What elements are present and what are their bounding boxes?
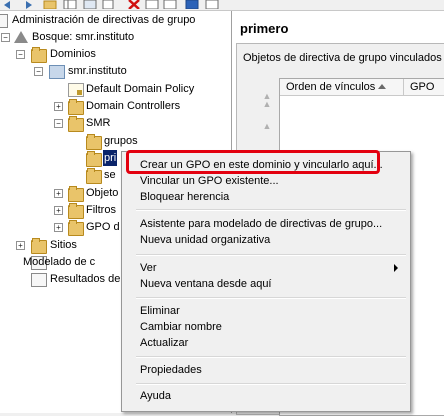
tree-label-segundo: se bbox=[104, 169, 116, 181]
collapse-icon[interactable]: − bbox=[16, 50, 25, 59]
menu-item-link-existing-gpo[interactable]: Vincular un GPO existente... bbox=[124, 173, 406, 189]
tree-label-domain: smr.instituto bbox=[68, 65, 127, 77]
menu-separator bbox=[136, 254, 406, 256]
ou-folder-icon bbox=[68, 116, 84, 132]
forest-icon bbox=[14, 31, 28, 43]
folder-icon bbox=[68, 220, 84, 236]
sites-icon bbox=[31, 238, 47, 254]
export-list-icon[interactable] bbox=[162, 0, 178, 10]
ou-folder-icon bbox=[86, 168, 102, 184]
menu-item-new-ou[interactable]: Nueva unidad organizativa bbox=[124, 232, 406, 248]
back-icon[interactable] bbox=[2, 0, 18, 9]
forward-icon[interactable] bbox=[18, 0, 34, 9]
menu-item-properties[interactable]: Propiedades bbox=[124, 362, 406, 378]
menu-item-help[interactable]: Ayuda bbox=[124, 388, 406, 404]
up-folder-icon[interactable] bbox=[42, 0, 58, 10]
details-title: primero bbox=[240, 21, 289, 36]
tree-label-default-policy: Default Domain Policy bbox=[86, 83, 195, 95]
show-hide-tree-icon[interactable] bbox=[62, 0, 78, 10]
gpmc-icon bbox=[0, 14, 8, 28]
tree-label-filtros: Filtros bbox=[86, 204, 116, 216]
menu-label: Ayuda bbox=[140, 390, 171, 402]
tree-label-forest: Bosque: smr.instituto bbox=[32, 31, 135, 43]
column-header-gpo[interactable]: GPO bbox=[404, 79, 444, 96]
collapse-icon[interactable]: − bbox=[1, 33, 10, 42]
move-top-icon-bar: ▲ bbox=[262, 99, 272, 109]
menu-separator bbox=[136, 356, 406, 358]
expand-icon[interactable]: + bbox=[54, 206, 63, 215]
menu-label: Eliminar bbox=[140, 305, 180, 317]
refresh-icon[interactable] bbox=[144, 0, 160, 10]
results-icon bbox=[31, 273, 47, 287]
menu-item-refresh[interactable]: Actualizar bbox=[124, 335, 406, 351]
expand-icon[interactable]: + bbox=[54, 223, 63, 232]
menu-label: Asistente para modelado de directivas de… bbox=[140, 218, 383, 230]
tree-label-modelado: Modelado de c bbox=[23, 256, 96, 268]
menu-separator bbox=[136, 297, 406, 299]
collapse-icon[interactable]: − bbox=[54, 119, 63, 128]
collapse-icon[interactable]: − bbox=[34, 67, 43, 76]
move-up-icon[interactable]: ▲ bbox=[261, 122, 273, 131]
folder-icon bbox=[31, 47, 47, 63]
menu-item-rename[interactable]: Cambiar nombre bbox=[124, 319, 406, 335]
linked-gpo-label: Objetos de directiva de grupo vinculados bbox=[243, 52, 442, 64]
tree-label-gpo-starter: GPO d bbox=[86, 221, 120, 233]
ou-folder-icon bbox=[68, 99, 84, 115]
menu-label: Bloquear herencia bbox=[140, 191, 230, 203]
properties-icon[interactable] bbox=[100, 0, 116, 10]
tree-label-domains: Dominios bbox=[50, 48, 96, 60]
context-menu: Crear un GPO en este dominio y vincularl… bbox=[121, 151, 411, 412]
console-icon[interactable] bbox=[82, 0, 98, 10]
tree-label-primero: pri bbox=[103, 150, 118, 166]
menu-item-view[interactable]: Ver bbox=[124, 260, 406, 276]
tree-label-resultados: Resultados de bbox=[50, 273, 121, 285]
menu-item-delete[interactable]: Eliminar bbox=[124, 303, 406, 319]
menu-item-block-inheritance[interactable]: Bloquear herencia bbox=[124, 189, 406, 205]
menu-label: Vincular un GPO existente... bbox=[140, 175, 279, 187]
expand-icon[interactable]: + bbox=[54, 102, 63, 111]
menu-label: Nueva unidad organizativa bbox=[140, 234, 271, 246]
folder-icon bbox=[68, 186, 84, 202]
folder-icon bbox=[68, 203, 84, 219]
domain-icon bbox=[49, 65, 65, 79]
submenu-arrow-icon bbox=[394, 264, 398, 272]
tree-label-smr: SMR bbox=[86, 117, 111, 129]
toolbar bbox=[0, 0, 444, 11]
sort-ascending-icon bbox=[378, 84, 386, 89]
highlight-annotation bbox=[126, 150, 380, 174]
menu-label: Cambiar nombre bbox=[140, 321, 222, 333]
menu-label: Actualizar bbox=[140, 337, 189, 349]
tree-label-objetos: Objeto bbox=[86, 187, 119, 199]
menu-item-modeling-wizard[interactable]: Asistente para modelado de directivas de… bbox=[124, 216, 406, 232]
ou-folder-icon bbox=[86, 134, 102, 150]
menu-label: Nueva ventana desde aquí bbox=[140, 278, 272, 290]
delete-icon[interactable] bbox=[126, 0, 142, 10]
tree-label-root: Administración de directivas de grupo bbox=[12, 14, 196, 26]
tree-label-sitios: Sitios bbox=[50, 239, 77, 251]
menu-label: Propiedades bbox=[140, 364, 202, 376]
menu-separator bbox=[136, 383, 406, 385]
tree-label-grupos: grupos bbox=[104, 135, 138, 147]
expand-icon[interactable]: + bbox=[16, 241, 25, 250]
tree-label-domain-controllers: Domain Controllers bbox=[86, 100, 181, 112]
menu-item-new-window[interactable]: Nueva ventana desde aquí bbox=[124, 276, 406, 292]
help-icon[interactable] bbox=[184, 0, 200, 10]
snapin-icon[interactable] bbox=[204, 0, 220, 10]
menu-label: Ver bbox=[140, 262, 157, 274]
ou-folder-icon bbox=[86, 151, 102, 167]
menu-separator bbox=[136, 209, 406, 211]
expand-icon[interactable]: + bbox=[54, 189, 63, 198]
gpo-link-icon bbox=[68, 83, 84, 97]
